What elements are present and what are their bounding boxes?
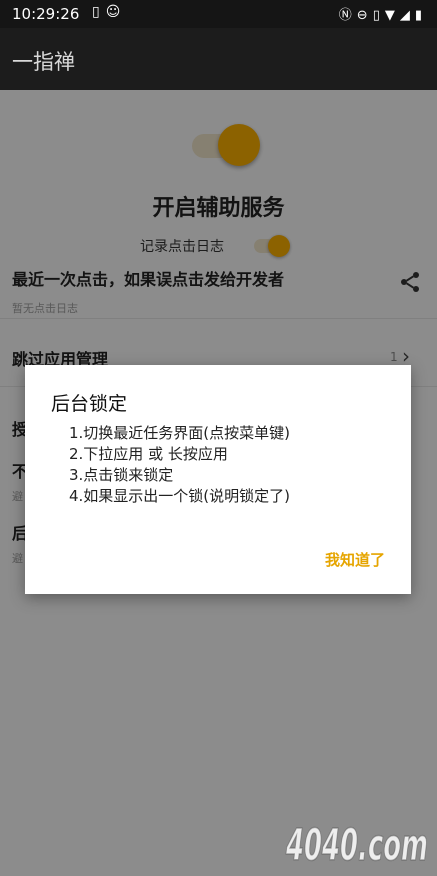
wifi-icon: ▼	[384, 8, 400, 23]
dialog-step: 4.如果显示出一个锁(说明锁定了)	[69, 487, 291, 505]
status-bar: 10:29:26 ▯☺ Ⓝ⊖▯▼◢▮	[0, 0, 437, 28]
signal-icon: ◢	[399, 8, 415, 23]
watermark-logo: 4040.com	[285, 819, 429, 872]
status-system-icons: Ⓝ⊖▯▼◢▮	[339, 4, 427, 23]
background-lock-dialog: 后台锁定 1.切换最近任务界面(点按菜单键) 2.下拉应用 或 长按应用 3.点…	[25, 365, 411, 594]
confirm-button[interactable]: 我知道了	[325, 549, 385, 570]
battery-icon: ▮	[414, 8, 427, 23]
smiley-icon: ☺	[105, 4, 127, 20]
nfc-icon: Ⓝ	[338, 8, 357, 23]
dialog-step: 1.切换最近任务界面(点按菜单键)	[69, 424, 291, 442]
status-time: 10:29:26	[12, 5, 80, 23]
sim-icon: ▯	[92, 4, 106, 20]
dnd-icon: ⊖	[356, 8, 373, 23]
dialog-step: 3.点击锁来锁定	[69, 466, 174, 484]
app-title: 一指禅	[12, 50, 75, 74]
watermark-text: 4040.com	[285, 820, 428, 871]
app-bar: 一指禅	[0, 28, 437, 90]
dialog-steps: 1.切换最近任务界面(点按菜单键) 2.下拉应用 或 长按应用 3.点击锁来锁定…	[69, 423, 290, 507]
dialog-title: 后台锁定	[51, 393, 128, 415]
status-notification-icons: ▯☺	[92, 4, 126, 20]
vibrate-icon: ▯	[372, 8, 385, 23]
dialog-step: 2.下拉应用 或 长按应用	[69, 445, 228, 463]
